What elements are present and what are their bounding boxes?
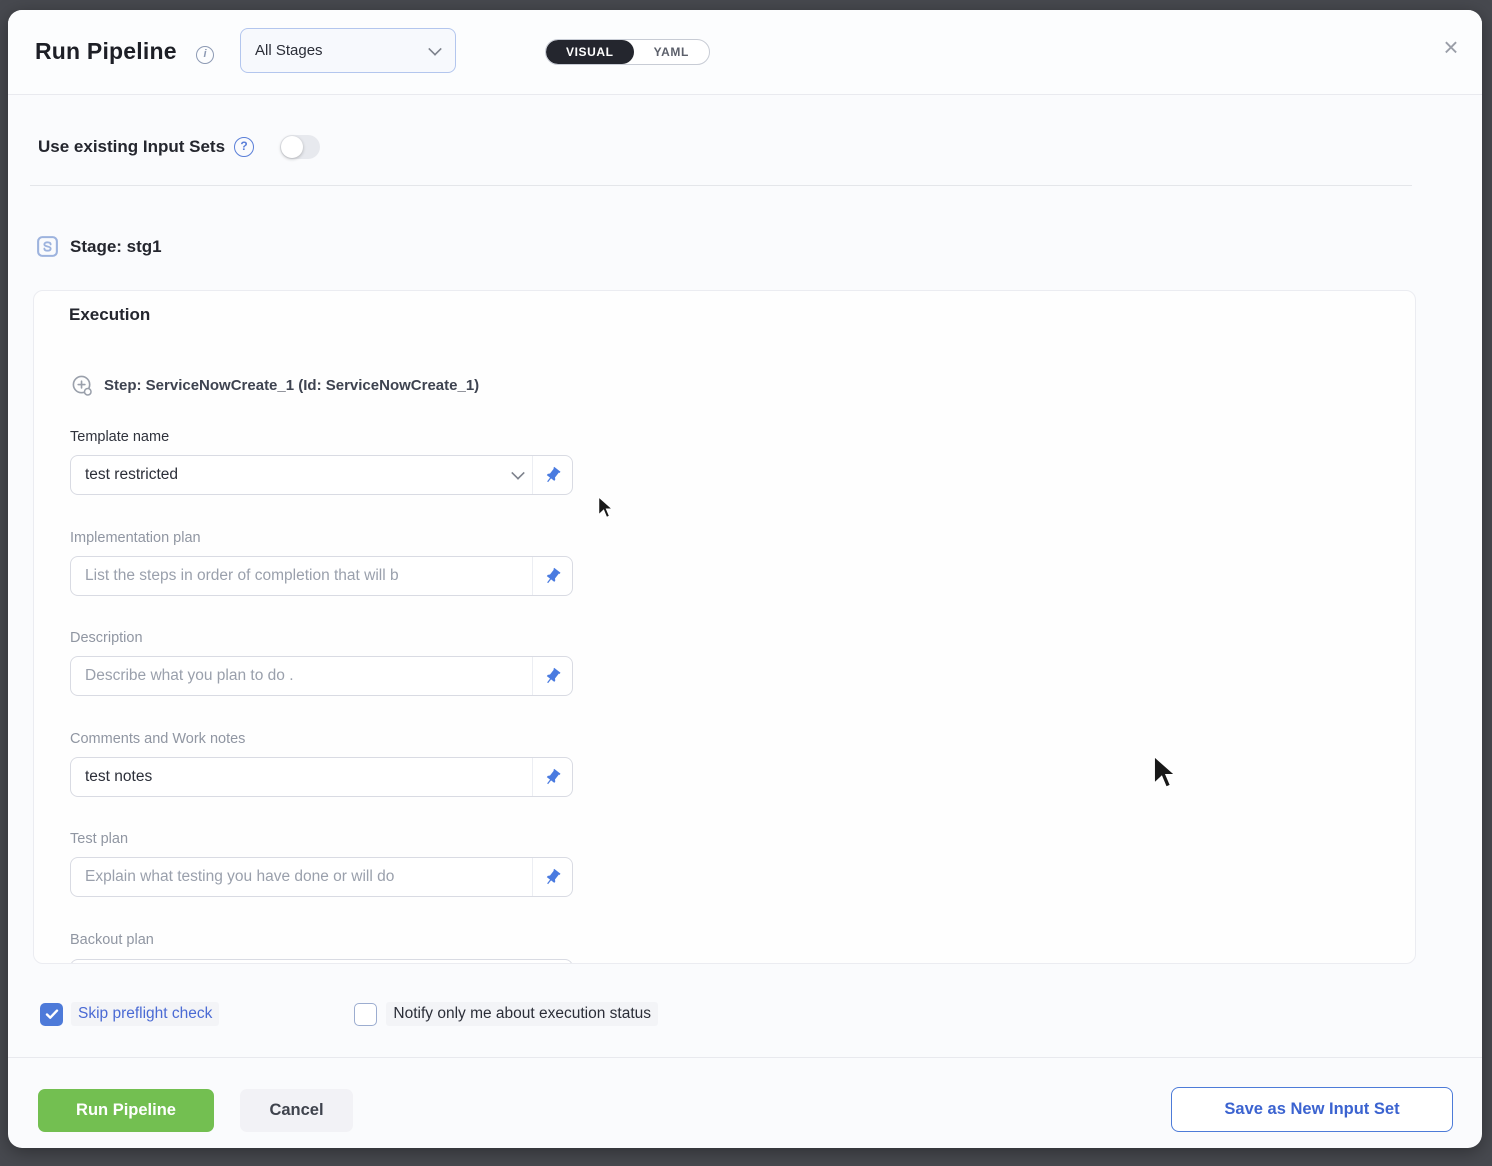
field-label: Backout plan xyxy=(70,932,573,948)
check-icon xyxy=(45,1007,59,1021)
implementation-plan-input[interactable] xyxy=(71,567,532,585)
step-icon xyxy=(71,374,94,397)
field-label: Comments and Work notes xyxy=(70,731,573,747)
field-label: Implementation plan xyxy=(70,530,573,546)
options-row: Skip preflight check Notify only me abou… xyxy=(40,1002,658,1026)
help-icon[interactable]: ? xyxy=(234,137,254,157)
description-box xyxy=(70,656,573,696)
pin-button[interactable] xyxy=(532,858,572,896)
input-sets-toggle[interactable] xyxy=(280,135,320,159)
pin-button[interactable] xyxy=(532,657,572,695)
screen-frame: Run Pipeline i All Stages VISUAL YAML × … xyxy=(0,0,1492,1166)
step-label: Step: ServiceNowCreate_1 (Id: ServiceNow… xyxy=(104,377,479,394)
divider xyxy=(30,185,1412,186)
pin-button[interactable] xyxy=(532,758,572,796)
field-test-plan: Test plan xyxy=(70,831,573,897)
comments-input[interactable] xyxy=(71,768,532,786)
execution-card: Execution Step: ServiceNowCreate_1 (Id: … xyxy=(33,290,1416,964)
notify-me-checkbox[interactable] xyxy=(354,1003,377,1026)
pin-icon xyxy=(539,663,566,690)
skip-preflight-checkbox[interactable] xyxy=(40,1003,63,1026)
description-input[interactable] xyxy=(71,667,532,685)
pin-icon xyxy=(539,864,566,891)
test-plan-box xyxy=(70,857,573,897)
tab-yaml[interactable]: YAML xyxy=(634,40,709,64)
stage-label: Stage: stg1 xyxy=(70,237,162,257)
execution-title: Execution xyxy=(69,305,150,325)
info-icon[interactable]: i xyxy=(196,46,214,64)
pin-button[interactable] xyxy=(532,557,572,595)
backout-plan-box[interactable] xyxy=(70,959,573,964)
template-name-select[interactable]: test restricted xyxy=(70,455,573,495)
tab-visual[interactable]: VISUAL xyxy=(546,40,634,64)
custom-stage-icon xyxy=(35,234,60,259)
input-sets-label: Use existing Input Sets xyxy=(38,137,225,157)
modal-header: Run Pipeline i All Stages VISUAL YAML × xyxy=(8,10,1482,95)
test-plan-input[interactable] xyxy=(71,868,532,886)
chevron-down-icon xyxy=(428,42,442,56)
input-sets-row: Use existing Input Sets ? xyxy=(38,135,320,159)
field-template-name: Template name test restricted xyxy=(70,429,573,495)
stage-filter-dropdown[interactable]: All Stages xyxy=(240,28,456,73)
field-comments: Comments and Work notes xyxy=(70,731,573,797)
stage-filter-value: All Stages xyxy=(255,42,429,59)
skip-preflight-label[interactable]: Skip preflight check xyxy=(71,1002,219,1026)
close-icon[interactable]: × xyxy=(1436,32,1466,62)
pin-icon xyxy=(539,462,566,489)
visual-yaml-toggle: VISUAL YAML xyxy=(545,39,710,65)
field-backout-plan: Backout plan xyxy=(70,932,573,958)
pin-button[interactable] xyxy=(532,456,572,494)
toggle-knob xyxy=(281,136,303,158)
divider xyxy=(8,1057,1482,1058)
template-name-value: test restricted xyxy=(71,466,512,484)
chevron-down-icon xyxy=(511,466,525,480)
step-row: Step: ServiceNowCreate_1 (Id: ServiceNow… xyxy=(71,374,479,397)
page-title: Run Pipeline xyxy=(35,38,177,65)
field-description: Description xyxy=(70,630,573,696)
notify-me-label[interactable]: Notify only me about execution status xyxy=(386,1002,658,1026)
run-pipeline-button[interactable]: Run Pipeline xyxy=(38,1089,214,1132)
field-label: Description xyxy=(70,630,573,646)
pin-icon xyxy=(539,764,566,791)
implementation-plan-box xyxy=(70,556,573,596)
comments-box xyxy=(70,757,573,797)
save-as-new-input-set-button[interactable]: Save as New Input Set xyxy=(1171,1087,1453,1132)
field-label: Test plan xyxy=(70,831,573,847)
run-pipeline-modal: Run Pipeline i All Stages VISUAL YAML × … xyxy=(8,10,1482,1148)
field-implementation-plan: Implementation plan xyxy=(70,530,573,596)
stage-row: Stage: stg1 xyxy=(35,234,162,259)
field-label: Template name xyxy=(70,429,573,445)
cancel-button[interactable]: Cancel xyxy=(240,1089,353,1132)
pin-icon xyxy=(539,563,566,590)
